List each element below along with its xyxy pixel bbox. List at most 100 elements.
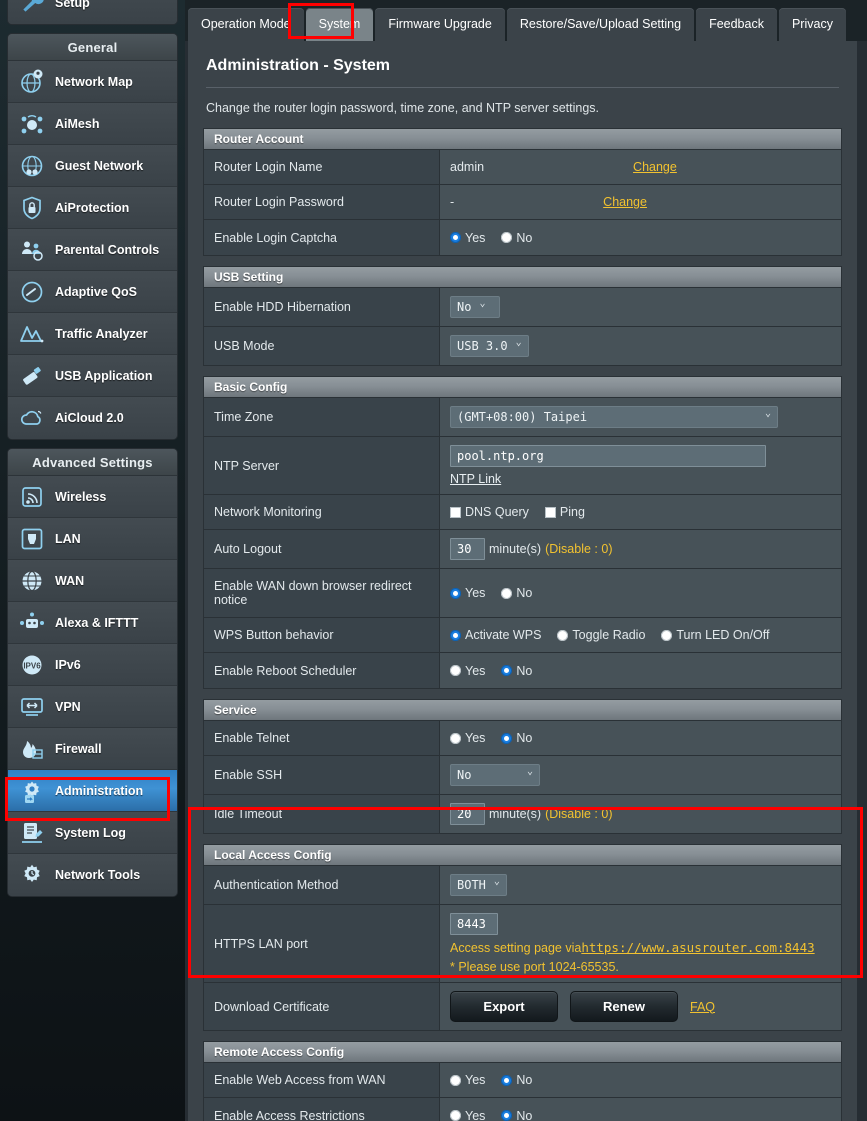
tab-firmware-upgrade[interactable]: Firmware Upgrade xyxy=(375,8,505,41)
radio-indicator xyxy=(557,629,569,641)
sidebar-item-wireless[interactable]: Wireless xyxy=(8,476,177,518)
radio-captcha-no[interactable]: No xyxy=(501,231,532,245)
sidebar-item-aicloud[interactable]: AiCloud 2.0 xyxy=(8,397,177,439)
checkbox-ping[interactable]: Ping xyxy=(544,505,585,519)
sidebar-item-label: Firewall xyxy=(55,741,102,756)
radio-wan-redirect-no[interactable]: No xyxy=(501,586,532,600)
sidebar-item-label: LAN xyxy=(55,531,81,546)
row-https-lan-port: HTTPS LAN port Access setting page via h… xyxy=(204,905,841,983)
faq-link[interactable]: FAQ xyxy=(690,1000,715,1014)
radio-reboot-yes[interactable]: Yes xyxy=(450,664,485,678)
sidebar-item-parental-controls[interactable]: Parental Controls xyxy=(8,229,177,271)
sidebar-item-aimesh[interactable]: AiMesh xyxy=(8,103,177,145)
sidebar-group-advanced-settings: Advanced Settings Wireless LAN WAN Alexa… xyxy=(8,449,177,896)
radio-captcha-yes[interactable]: Yes xyxy=(450,231,485,245)
row-enable-ssh: Enable SSH No xyxy=(204,756,841,795)
checkbox-dns-query[interactable]: DNS Query xyxy=(450,505,529,519)
sidebar-item-guest-network[interactable]: Guest Network xyxy=(8,145,177,187)
ntp-link[interactable]: NTP Link xyxy=(450,472,501,486)
radio-telnet-yes[interactable]: Yes xyxy=(450,731,485,745)
radio-wan-redirect-yes[interactable]: Yes xyxy=(450,586,485,600)
sidebar-item-label: IPv6 xyxy=(55,657,81,672)
sidebar-item-label: Wireless xyxy=(55,489,107,504)
renew-button[interactable]: Renew xyxy=(570,991,678,1022)
section-router-account: Router Account Router Login Name admin C… xyxy=(203,128,842,256)
port-range-note: * Please use port 1024-65535. xyxy=(450,960,619,974)
radio-indicator xyxy=(450,587,461,599)
tab-system[interactable]: System xyxy=(305,8,374,41)
sidebar-item-aiprotection[interactable]: AiProtection xyxy=(8,187,177,229)
https-lan-port-input[interactable] xyxy=(450,913,498,935)
radio-label: Yes xyxy=(465,586,486,600)
asusrouter-url-link[interactable]: https://www.asusrouter.com:8443 xyxy=(581,940,814,955)
tab-privacy[interactable]: Privacy xyxy=(778,8,846,41)
select-hdd-hibernation[interactable]: No xyxy=(450,296,500,318)
radio-label: No xyxy=(516,586,533,600)
radio-reboot-no[interactable]: No xyxy=(501,664,532,678)
vpn-icon xyxy=(18,693,45,720)
sidebar-item-administration[interactable]: Administration xyxy=(8,770,177,812)
label-enable-ssh: Enable SSH xyxy=(204,756,440,794)
row-wan-down-redirect: Enable WAN down browser redirect notice … xyxy=(204,569,841,618)
chevron-down-icon xyxy=(527,770,533,781)
sidebar-item-label: Parental Controls xyxy=(55,242,160,257)
sidebar-item-usb-application[interactable]: USB Application xyxy=(8,355,177,397)
sidebar-item-system-log[interactable]: System Log xyxy=(8,812,177,854)
select-authentication-method[interactable]: BOTH xyxy=(450,874,507,896)
value-auto-logout: minute(s) (Disable : 0) xyxy=(440,530,841,568)
sidebar: Setup General Network Map AiMesh Guest N… xyxy=(0,0,185,1121)
sidebar-item-lan[interactable]: LAN xyxy=(8,518,177,560)
sidebar-item-adaptive-qos[interactable]: Adaptive QoS xyxy=(8,271,177,313)
sidebar-group-general: General Network Map AiMesh Guest Network xyxy=(8,34,177,439)
value-enable-hdd-hibernation: No xyxy=(440,288,841,326)
sidebar-item-vpn[interactable]: VPN xyxy=(8,686,177,728)
radio-label: Yes xyxy=(465,1073,486,1087)
radio-restrictions-no[interactable]: No xyxy=(501,1109,532,1121)
row-router-login-name: Router Login Name admin Change xyxy=(204,150,841,185)
router-login-name-value: admin xyxy=(450,160,485,174)
radio-telnet-no[interactable]: No xyxy=(501,731,532,745)
sidebar-item-alexa-ifttt[interactable]: Alexa & IFTTT xyxy=(8,602,177,644)
sidebar-item-ipv6[interactable]: IPV6 IPv6 xyxy=(8,644,177,686)
radio-label: Toggle Radio xyxy=(572,628,646,642)
value-enable-telnet: Yes No xyxy=(440,721,841,755)
export-button[interactable]: Export xyxy=(450,991,558,1022)
select-usb-mode[interactable]: USB 3.0 xyxy=(450,335,529,357)
sidebar-item-traffic-analyzer[interactable]: Traffic Analyzer xyxy=(8,313,177,355)
radio-wps-turn-led[interactable]: Turn LED On/Off xyxy=(661,628,769,642)
sidebar-item-firewall[interactable]: Firewall xyxy=(8,728,177,770)
radio-label: Yes xyxy=(465,1108,486,1121)
sidebar-item-network-tools[interactable]: Network Tools xyxy=(8,854,177,896)
radio-wps-activate[interactable]: Activate WPS xyxy=(450,628,541,642)
svg-text:IPV6: IPV6 xyxy=(23,661,41,670)
auto-logout-input[interactable] xyxy=(450,538,485,560)
ntp-server-input[interactable] xyxy=(450,445,766,467)
radio-wps-toggle-radio[interactable]: Toggle Radio xyxy=(557,628,645,642)
radio-label: No xyxy=(516,230,533,245)
value-web-access-from-wan: Yes No xyxy=(440,1063,841,1097)
row-enable-login-captcha: Enable Login Captcha Yes No xyxy=(204,220,841,255)
sidebar-item-label: USB Application xyxy=(55,368,153,383)
change-login-password-link[interactable]: Change xyxy=(603,195,647,209)
radio-indicator xyxy=(450,1110,461,1121)
select-time-zone[interactable]: (GMT+08:00) Taipei xyxy=(450,406,778,428)
radio-web-access-no[interactable]: No xyxy=(501,1073,532,1087)
idle-timeout-input[interactable] xyxy=(450,803,485,825)
system-log-icon xyxy=(18,819,45,846)
usb-application-icon xyxy=(18,362,45,389)
sidebar-item-network-map[interactable]: Network Map xyxy=(8,61,177,103)
tab-feedback[interactable]: Feedback xyxy=(696,8,777,41)
radio-indicator xyxy=(501,1110,513,1121)
value-wps-button-behavior: Activate WPS Toggle Radio Turn LED On/Of… xyxy=(440,618,841,652)
value-network-monitoring: DNS Query Ping xyxy=(440,495,841,529)
tab-restore-save-upload-setting[interactable]: Restore/Save/Upload Setting xyxy=(506,8,695,41)
radio-restrictions-yes[interactable]: Yes xyxy=(450,1109,485,1121)
tab-operation-mode[interactable]: Operation Mode xyxy=(188,8,304,41)
sidebar-item-setup[interactable]: Setup xyxy=(8,0,177,24)
change-login-name-link[interactable]: Change xyxy=(633,160,677,174)
chevron-down-icon xyxy=(765,412,771,423)
select-ssh[interactable]: No xyxy=(450,764,540,786)
sidebar-item-wan[interactable]: WAN xyxy=(8,560,177,602)
radio-web-access-yes[interactable]: Yes xyxy=(450,1073,485,1087)
label-time-zone: Time Zone xyxy=(204,398,440,436)
